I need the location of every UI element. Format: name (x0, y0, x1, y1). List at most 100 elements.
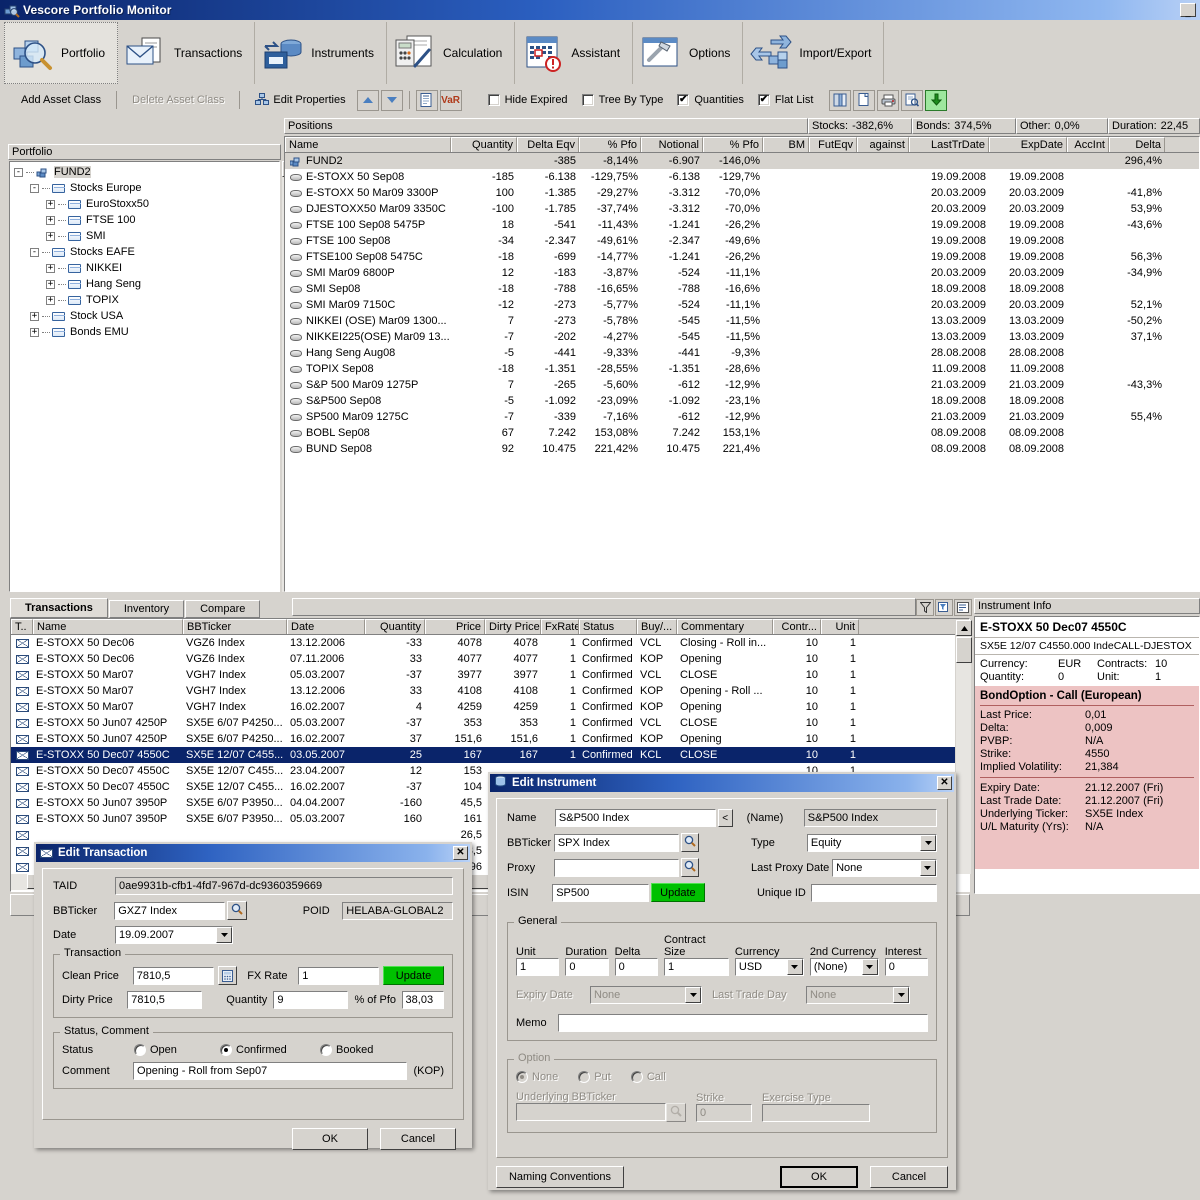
positions-row[interactable]: FTSE100 Sep08 5475C-18-699-14,77%-1.241-… (285, 249, 1199, 265)
expand-icon[interactable]: + (46, 280, 55, 289)
column-header[interactable]: % Pfo (703, 137, 763, 152)
column-header[interactable]: Quantity (451, 137, 517, 152)
chevron-down-icon[interactable] (920, 860, 936, 876)
positions-row[interactable]: FTSE 100 Sep08-34-2.347-49,61%-2.347-49,… (285, 233, 1199, 249)
positions-row[interactable]: SMI Mar09 7150C-12-273-5,77%-524-11,1%20… (285, 297, 1199, 313)
name-back-button[interactable]: < (718, 809, 733, 827)
positions-row[interactable]: NIKKEI (OSE) Mar09 1300...7-273-5,78%-54… (285, 313, 1199, 329)
scroll-thumb[interactable] (956, 637, 972, 663)
positions-grid-body[interactable]: FUND2-385-8,14%-6.907-146,0%296,4%E-STOX… (285, 153, 1199, 457)
columns-button[interactable] (829, 90, 851, 111)
calculator-button[interactable] (218, 966, 238, 985)
positions-grid[interactable]: NameQuantityDelta Eqv% PfoNotional% PfoB… (284, 136, 1200, 592)
column-header[interactable]: Date (287, 619, 365, 634)
expand-icon[interactable]: + (46, 216, 55, 225)
var-button[interactable]: VaR (440, 90, 462, 111)
transaction-row[interactable]: E-STOXX 50 Dec06VGZ6 Index13.12.2006-334… (11, 635, 969, 651)
positions-row[interactable]: BUND Sep089210.475221,42%10.475221,4%08.… (285, 441, 1199, 457)
column-header[interactable]: Commentary (677, 619, 773, 634)
move-down-button[interactable] (381, 90, 403, 111)
column-header[interactable]: FxRate (541, 619, 579, 634)
proxy-input[interactable] (554, 859, 679, 877)
positions-row[interactable]: TOPIX Sep08-18-1.351-28,55%-1.351-28,6%1… (285, 361, 1199, 377)
column-header[interactable]: Delta Eqv (517, 137, 579, 152)
transaction-row[interactable]: E-STOXX 50 Dec06VGZ6 Index07.11.20063340… (11, 651, 969, 667)
bbticker-search-button[interactable] (227, 901, 247, 920)
cancel-button[interactable]: Cancel (870, 1166, 948, 1188)
column-header[interactable]: Status (579, 619, 637, 634)
move-up-button[interactable] (357, 90, 379, 111)
expand-icon[interactable]: + (46, 200, 55, 209)
status-radio-confirmed[interactable]: Confirmed (220, 1044, 320, 1056)
transaction-row[interactable]: E-STOXX 50 Jun07 4250PSX5E 6/07 P4250...… (11, 715, 969, 731)
last-proxy-date-select[interactable]: None (832, 859, 937, 877)
expand-icon[interactable]: + (30, 312, 39, 321)
positions-row[interactable]: FTSE 100 Sep08 5475P18-541-11,43%-1.241-… (285, 217, 1199, 233)
tree-item[interactable]: +Stock USA (10, 308, 279, 324)
transactions-vscrollbar[interactable] (955, 620, 971, 874)
tree-item[interactable]: +SMI (10, 228, 279, 244)
memo-input[interactable] (558, 1014, 928, 1032)
column-header[interactable]: Name (33, 619, 183, 634)
copy-button[interactable] (853, 90, 875, 111)
quantity-input[interactable]: 9 (273, 991, 348, 1009)
currency-select[interactable]: USD (735, 958, 804, 976)
ribbon-item-transactions[interactable]: Transactions (118, 22, 255, 84)
column-header[interactable]: T.. (11, 619, 33, 634)
ribbon-item-instruments[interactable]: Instruments (255, 22, 387, 84)
positions-row[interactable]: S&P 500 Mar09 1275P7-265-5,60%-612-12,9%… (285, 377, 1199, 393)
ribbon-item-import-export[interactable]: Import/Export (743, 22, 884, 84)
transaction-row[interactable]: E-STOXX 50 Mar07VGH7 Index13.12.20063341… (11, 683, 969, 699)
clean-price-input[interactable]: 7810,5 (133, 967, 214, 985)
print-button[interactable] (877, 90, 899, 111)
column-header[interactable]: BBTicker (183, 619, 287, 634)
column-header[interactable]: Delta (1109, 137, 1165, 152)
download-button[interactable] (925, 90, 947, 111)
portfolio-tree[interactable]: -FUND2-Stocks Europe+EuroStoxx50+FTSE 10… (9, 161, 280, 592)
bbticker-input[interactable]: GXZ7 Index (114, 902, 225, 920)
column-header[interactable]: Buy/... (637, 619, 677, 634)
column-header[interactable]: AccInt (1067, 137, 1109, 152)
positions-row[interactable]: E-STOXX 50 Mar09 3300P100-1.385-29,27%-3… (285, 185, 1199, 201)
positions-row[interactable]: NIKKEI225(OSE) Mar09 13...-7-202-4,27%-5… (285, 329, 1199, 345)
pct-pfo-field[interactable]: 38,03 (402, 991, 444, 1009)
add-asset-class-button[interactable]: Add Asset Class (12, 90, 110, 111)
bbticker-input[interactable]: SPX Index (554, 834, 679, 852)
tree-item[interactable]: +NIKKEI (10, 260, 279, 276)
duration-input[interactable]: 0 (565, 958, 608, 976)
column-header[interactable]: Unit (821, 619, 859, 634)
expand-icon[interactable]: + (46, 232, 55, 241)
isin-update-button[interactable]: Update (651, 883, 705, 902)
fx-rate-input[interactable]: 1 (298, 967, 379, 985)
minimize-button[interactable]: _ (1180, 3, 1196, 17)
naming-conventions-button[interactable]: Naming Conventions (496, 1166, 624, 1188)
chevron-down-icon[interactable] (862, 959, 878, 975)
positions-row[interactable]: S&P500 Sep08-5-1.092-23,09%-1.092-23,1%1… (285, 393, 1199, 409)
column-header[interactable]: against (857, 137, 909, 152)
tree-item[interactable]: +Hang Seng (10, 276, 279, 292)
close-icon[interactable]: ✕ (453, 846, 468, 860)
positions-row[interactable]: E-STOXX 50 Sep08-185-6.138-129,75%-6.138… (285, 169, 1199, 185)
column-header[interactable]: Contr... (773, 619, 821, 634)
cancel-button[interactable]: Cancel (380, 1128, 456, 1150)
dirty-price-input[interactable]: 7810,5 (127, 991, 202, 1009)
tab-inventory[interactable]: Inventory (109, 600, 184, 618)
tree-item[interactable]: +Bonds EMU (10, 324, 279, 340)
transaction-row[interactable]: E-STOXX 50 Mar07VGH7 Index16.02.20074425… (11, 699, 969, 715)
report-button[interactable] (416, 90, 438, 111)
filter-edit-button[interactable] (935, 599, 953, 616)
positions-row[interactable]: SMI Sep08-18-788-16,65%-788-16,6%18.09.2… (285, 281, 1199, 297)
unit-input[interactable]: 1 (516, 958, 559, 976)
column-header[interactable]: ExpDate (989, 137, 1067, 152)
column-header[interactable]: Notional (641, 137, 703, 152)
tree-by-type-checkbox[interactable]: Tree By Type (576, 94, 670, 106)
positions-row[interactable]: SMI Mar09 6800P12-183-3,87%-524-11,1%20.… (285, 265, 1199, 281)
tab-compare[interactable]: Compare (185, 600, 260, 618)
tree-item[interactable]: +TOPIX (10, 292, 279, 308)
scroll-up-button[interactable] (956, 620, 972, 636)
isin-input[interactable]: SP500 (552, 884, 649, 902)
tree-item[interactable]: -Stocks Europe (10, 180, 279, 196)
edit-properties-button[interactable]: Edit Properties (246, 90, 354, 111)
update-button[interactable]: Update (383, 966, 444, 985)
status-radio-booked[interactable]: Booked (320, 1044, 373, 1056)
